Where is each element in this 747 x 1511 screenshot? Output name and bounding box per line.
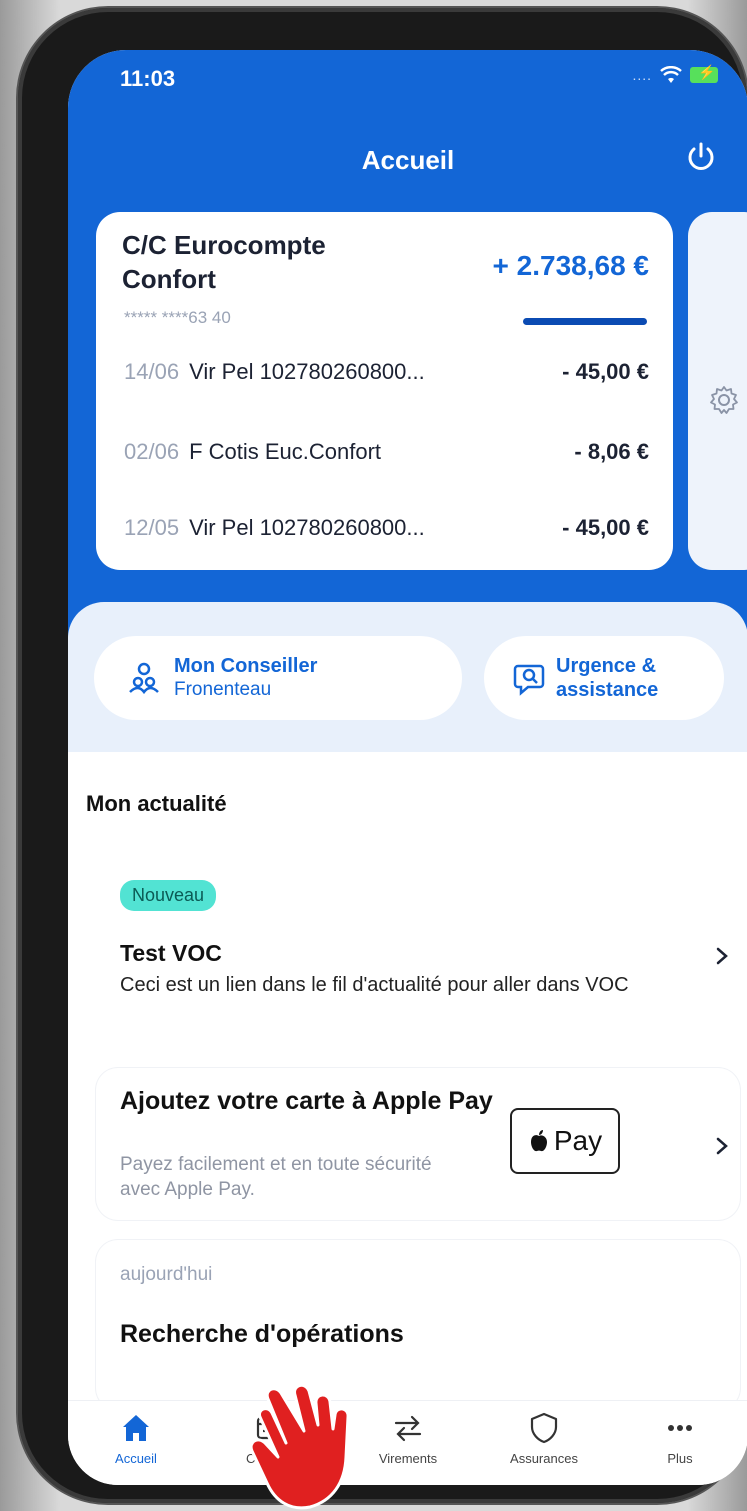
- transaction-amount: - 45,00 €: [562, 359, 649, 384]
- advisor-title: Mon Conseiller: [174, 655, 318, 677]
- pointer-hand-icon: [249, 1383, 350, 1510]
- chat-search-icon: [513, 664, 545, 696]
- transaction-date: 02/06: [124, 439, 180, 464]
- account-number: ***** ****63 40: [124, 308, 231, 327]
- more-icon: [668, 1425, 692, 1431]
- tab-bar: Accueil Comptes Virements Assurances: [68, 1400, 747, 1485]
- transaction-row[interactable]: 02/06 F Cotis Euc.Confort - 8,06 €: [124, 432, 649, 472]
- home-icon: [123, 1415, 149, 1441]
- apple-pay-label: Pay: [553, 1125, 603, 1156]
- card-indicator: [523, 318, 647, 325]
- transaction-date: 14/06: [124, 359, 180, 384]
- news-title: Recherche d'opérations: [120, 1320, 404, 1348]
- transaction-label: F Cotis Euc.Confort: [189, 439, 382, 464]
- power-icon[interactable]: [684, 140, 718, 174]
- apple-icon: [530, 1130, 547, 1152]
- account-card[interactable]: C/C Eurocompte Confort + 2.738,68 € ****…: [96, 212, 673, 570]
- news-description: Ceci est un lien dans le fil d'actualité…: [120, 974, 629, 996]
- tab-label: Accueil: [115, 1451, 157, 1466]
- transaction-amount: - 45,00 €: [562, 515, 649, 540]
- news-title: Test VOC: [120, 940, 222, 966]
- battery-icon: [690, 64, 718, 83]
- tab-plus[interactable]: Plus: [612, 1401, 747, 1485]
- gear-icon[interactable]: [708, 384, 740, 416]
- section-title: Mon actualité: [86, 791, 227, 816]
- news-title: Ajoutez votre carte à Apple Pay: [120, 1087, 493, 1115]
- news-date: aujourd'hui: [120, 1264, 213, 1285]
- transaction-date: 12/05: [124, 515, 180, 540]
- advisor-name: Fronenteau: [174, 679, 272, 700]
- emergency-text: Urgence & assistance: [556, 654, 658, 702]
- page-title: Accueil: [361, 145, 455, 175]
- transaction-row[interactable]: 12/05 Vir Pel 102780260800... - 45,00 €: [124, 508, 649, 548]
- status-bar: 11:03 ....: [68, 50, 747, 110]
- transaction-label: Vir Pel 102780260800...: [189, 359, 425, 384]
- transaction-amount: - 8,06 €: [574, 439, 649, 464]
- signal-icon: ....: [632, 67, 652, 83]
- wifi-icon: [660, 66, 682, 83]
- account-balance: + 2.738,68 €: [492, 250, 649, 281]
- chevron-right-icon: [716, 1137, 728, 1155]
- apple-pay-button[interactable]: Pay: [510, 1108, 620, 1174]
- new-badge: Nouveau: [120, 880, 217, 911]
- transaction-row[interactable]: 14/06 Vir Pel 102780260800... - 45,00 €: [124, 352, 649, 392]
- news-item-voc[interactable]: Nouveau Test VOC Ceci est un lien dans l…: [96, 838, 740, 1048]
- transaction-label: Vir Pel 102780260800...: [189, 515, 425, 540]
- transfer-icon: [394, 1415, 422, 1442]
- emergency-subtitle: assistance: [556, 679, 659, 701]
- app-screen: 11:03 .... Accueil C/C Eurocompte Confor…: [68, 50, 747, 1485]
- shield-icon: [530, 1412, 558, 1444]
- news-item-apple-pay[interactable]: Ajoutez votre carte à Apple Pay Payez fa…: [96, 1068, 740, 1220]
- advisor-text: Mon Conseiller Fronenteau: [174, 654, 317, 702]
- chevron-right-icon: [716, 947, 728, 965]
- status-time: 11:03: [120, 66, 176, 91]
- tab-label: Assurances: [510, 1451, 578, 1466]
- status-icons: ....: [632, 64, 718, 84]
- tab-accueil[interactable]: Accueil: [68, 1401, 204, 1485]
- tab-assurances[interactable]: Assurances: [476, 1401, 612, 1485]
- tab-label: Virements: [378, 1451, 438, 1466]
- tab-label: Plus: [667, 1451, 693, 1466]
- advisor-icon: [129, 662, 159, 695]
- emergency-title: Urgence &: [556, 655, 657, 677]
- account-name: C/C Eurocompte Confort: [122, 230, 326, 294]
- news-item-search[interactable]: aujourd'hui Recherche d'opérations: [96, 1240, 740, 1410]
- advisor-button[interactable]: Mon Conseiller Fronenteau: [94, 636, 462, 720]
- news-description: Payez facilement et en toute sécurité av…: [120, 1154, 432, 1200]
- emergency-button[interactable]: Urgence & assistance: [484, 636, 724, 720]
